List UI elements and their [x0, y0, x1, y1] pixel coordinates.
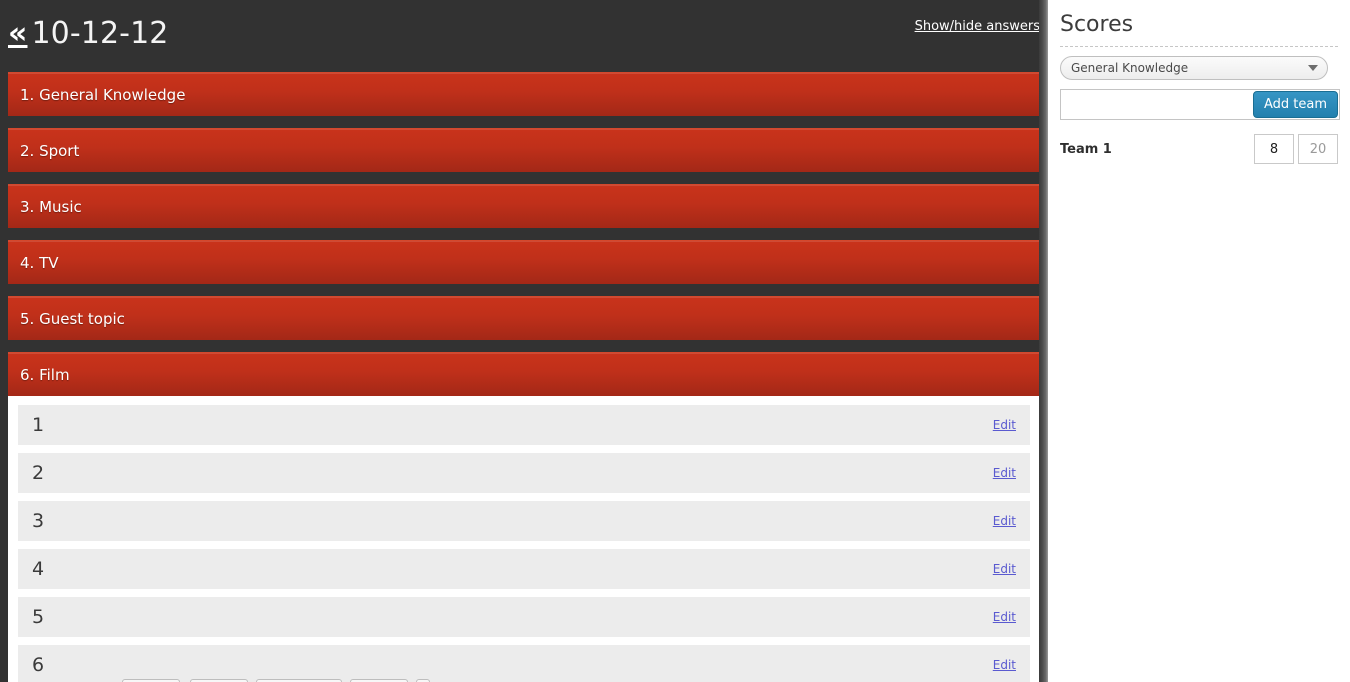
question-number: 3 — [32, 510, 45, 532]
add-team-button[interactable]: Add team — [1252, 91, 1338, 118]
scores-divider — [1060, 46, 1338, 47]
question-row[interactable]: 6 Edit — [18, 645, 1030, 682]
team-score-input[interactable] — [1254, 134, 1294, 164]
question-number: 2 — [32, 462, 45, 484]
category-bar-5[interactable]: 5. Guest topic — [8, 296, 1040, 340]
category-bar-label: 1. General Knowledge — [20, 86, 186, 104]
category-bar-label: 6. Film — [20, 366, 70, 384]
question-edit-link[interactable]: Edit — [993, 658, 1016, 672]
page-title-text: 10-12-12 — [31, 16, 169, 51]
quiz-main-panel: «10-12-12 Show/hide answers 1. General K… — [0, 0, 1048, 682]
question-row[interactable]: 3 Edit — [18, 501, 1030, 541]
category-bar-4[interactable]: 4. TV — [8, 240, 1040, 284]
category-bar-label: 4. TV — [20, 254, 59, 272]
scores-panel: Scores General Knowledge Add team Team 1 — [1048, 0, 1350, 682]
add-team-group: Add team — [1060, 89, 1340, 120]
question-edit-link[interactable]: Edit — [993, 562, 1016, 576]
round-select-wrapper: General Knowledge — [1060, 56, 1328, 80]
question-number: 4 — [32, 558, 45, 580]
category-bar-2[interactable]: 2. Sport — [8, 128, 1040, 172]
back-link[interactable]: « — [8, 16, 27, 51]
question-number: 5 — [32, 606, 45, 628]
app-root: «10-12-12 Show/hide answers 1. General K… — [0, 0, 1350, 682]
category-body-film: 1 Edit 2 Edit 3 Edit 4 Edit 5 Edit 6 Edi… — [8, 396, 1040, 682]
category-list: 1. General Knowledge 2. Sport 3. Music 4… — [0, 72, 1048, 682]
show-hide-answers-link[interactable]: Show/hide answers — [915, 19, 1040, 34]
team-total-input[interactable] — [1298, 134, 1338, 164]
quiz-header: «10-12-12 Show/hide answers — [0, 0, 1048, 72]
question-row[interactable]: 4 Edit — [18, 549, 1030, 589]
category-bar-label: 2. Sport — [20, 142, 80, 160]
page-title: «10-12-12 — [8, 16, 168, 51]
category-bar-label: 5. Guest topic — [20, 310, 125, 328]
category-bar-label: 3. Music — [20, 198, 82, 216]
question-row[interactable]: 2 Edit — [18, 453, 1030, 493]
offscreen-form-controls — [0, 678, 1039, 682]
question-edit-link[interactable]: Edit — [993, 610, 1016, 624]
question-edit-link[interactable]: Edit — [993, 466, 1016, 480]
scores-title: Scores — [1060, 12, 1134, 37]
round-select[interactable]: General Knowledge — [1060, 56, 1328, 80]
category-bar-3[interactable]: 3. Music — [8, 184, 1040, 228]
question-edit-link[interactable]: Edit — [993, 418, 1016, 432]
question-number: 1 — [32, 414, 45, 436]
category-bar-6[interactable]: 6. Film — [8, 352, 1040, 396]
team-row: Team 1 — [1060, 134, 1338, 164]
question-row[interactable]: 5 Edit — [18, 597, 1030, 637]
question-number: 6 — [32, 654, 45, 676]
question-edit-link[interactable]: Edit — [993, 514, 1016, 528]
question-row[interactable]: 1 Edit — [18, 405, 1030, 445]
team-name: Team 1 — [1060, 141, 1112, 157]
category-bar-1[interactable]: 1. General Knowledge — [8, 72, 1040, 116]
